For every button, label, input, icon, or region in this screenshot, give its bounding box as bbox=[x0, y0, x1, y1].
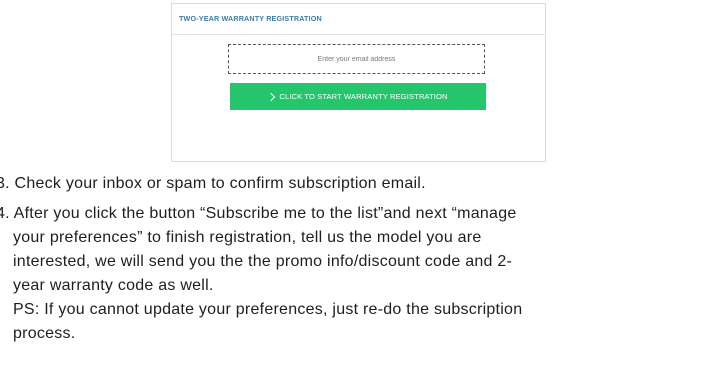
step-4-text-1: After you click the button “Subscribe me… bbox=[13, 205, 517, 222]
step-4-number: 4. bbox=[0, 205, 10, 222]
widget-title: TWO-YEAR WARRANTY REGISTRATION bbox=[179, 14, 322, 23]
start-warranty-registration-button[interactable]: CLICK TO START WARRANTY REGISTRATION bbox=[230, 83, 486, 110]
start-button-label: CLICK TO START WARRANTY REGISTRATION bbox=[279, 92, 448, 101]
email-input[interactable] bbox=[228, 44, 485, 74]
chevron-right-icon bbox=[267, 92, 276, 101]
step-3: 3. Check your inbox or spam to confirm s… bbox=[0, 172, 426, 196]
warranty-registration-widget: TWO-YEAR WARRANTY REGISTRATION CLICK TO … bbox=[171, 3, 546, 162]
widget-divider bbox=[172, 34, 545, 35]
step-4-line-3: interested, we will send you the the pro… bbox=[13, 253, 513, 270]
step-4-line-1: 4. After you click the button “Subscribe… bbox=[0, 202, 686, 226]
step-3-text: Check your inbox or spam to confirm subs… bbox=[14, 175, 426, 192]
step-3-number: 3. bbox=[0, 175, 10, 192]
step-4: 4. After you click the button “Subscribe… bbox=[0, 202, 686, 346]
step-4-ps-line-1: PS: If you cannot update your preference… bbox=[13, 301, 523, 318]
step-4-line-2: your preferences” to finish registration… bbox=[13, 229, 482, 246]
step-4-ps-line-2: process. bbox=[13, 325, 76, 342]
step-4-line-4: year warranty code as well. bbox=[13, 277, 214, 294]
